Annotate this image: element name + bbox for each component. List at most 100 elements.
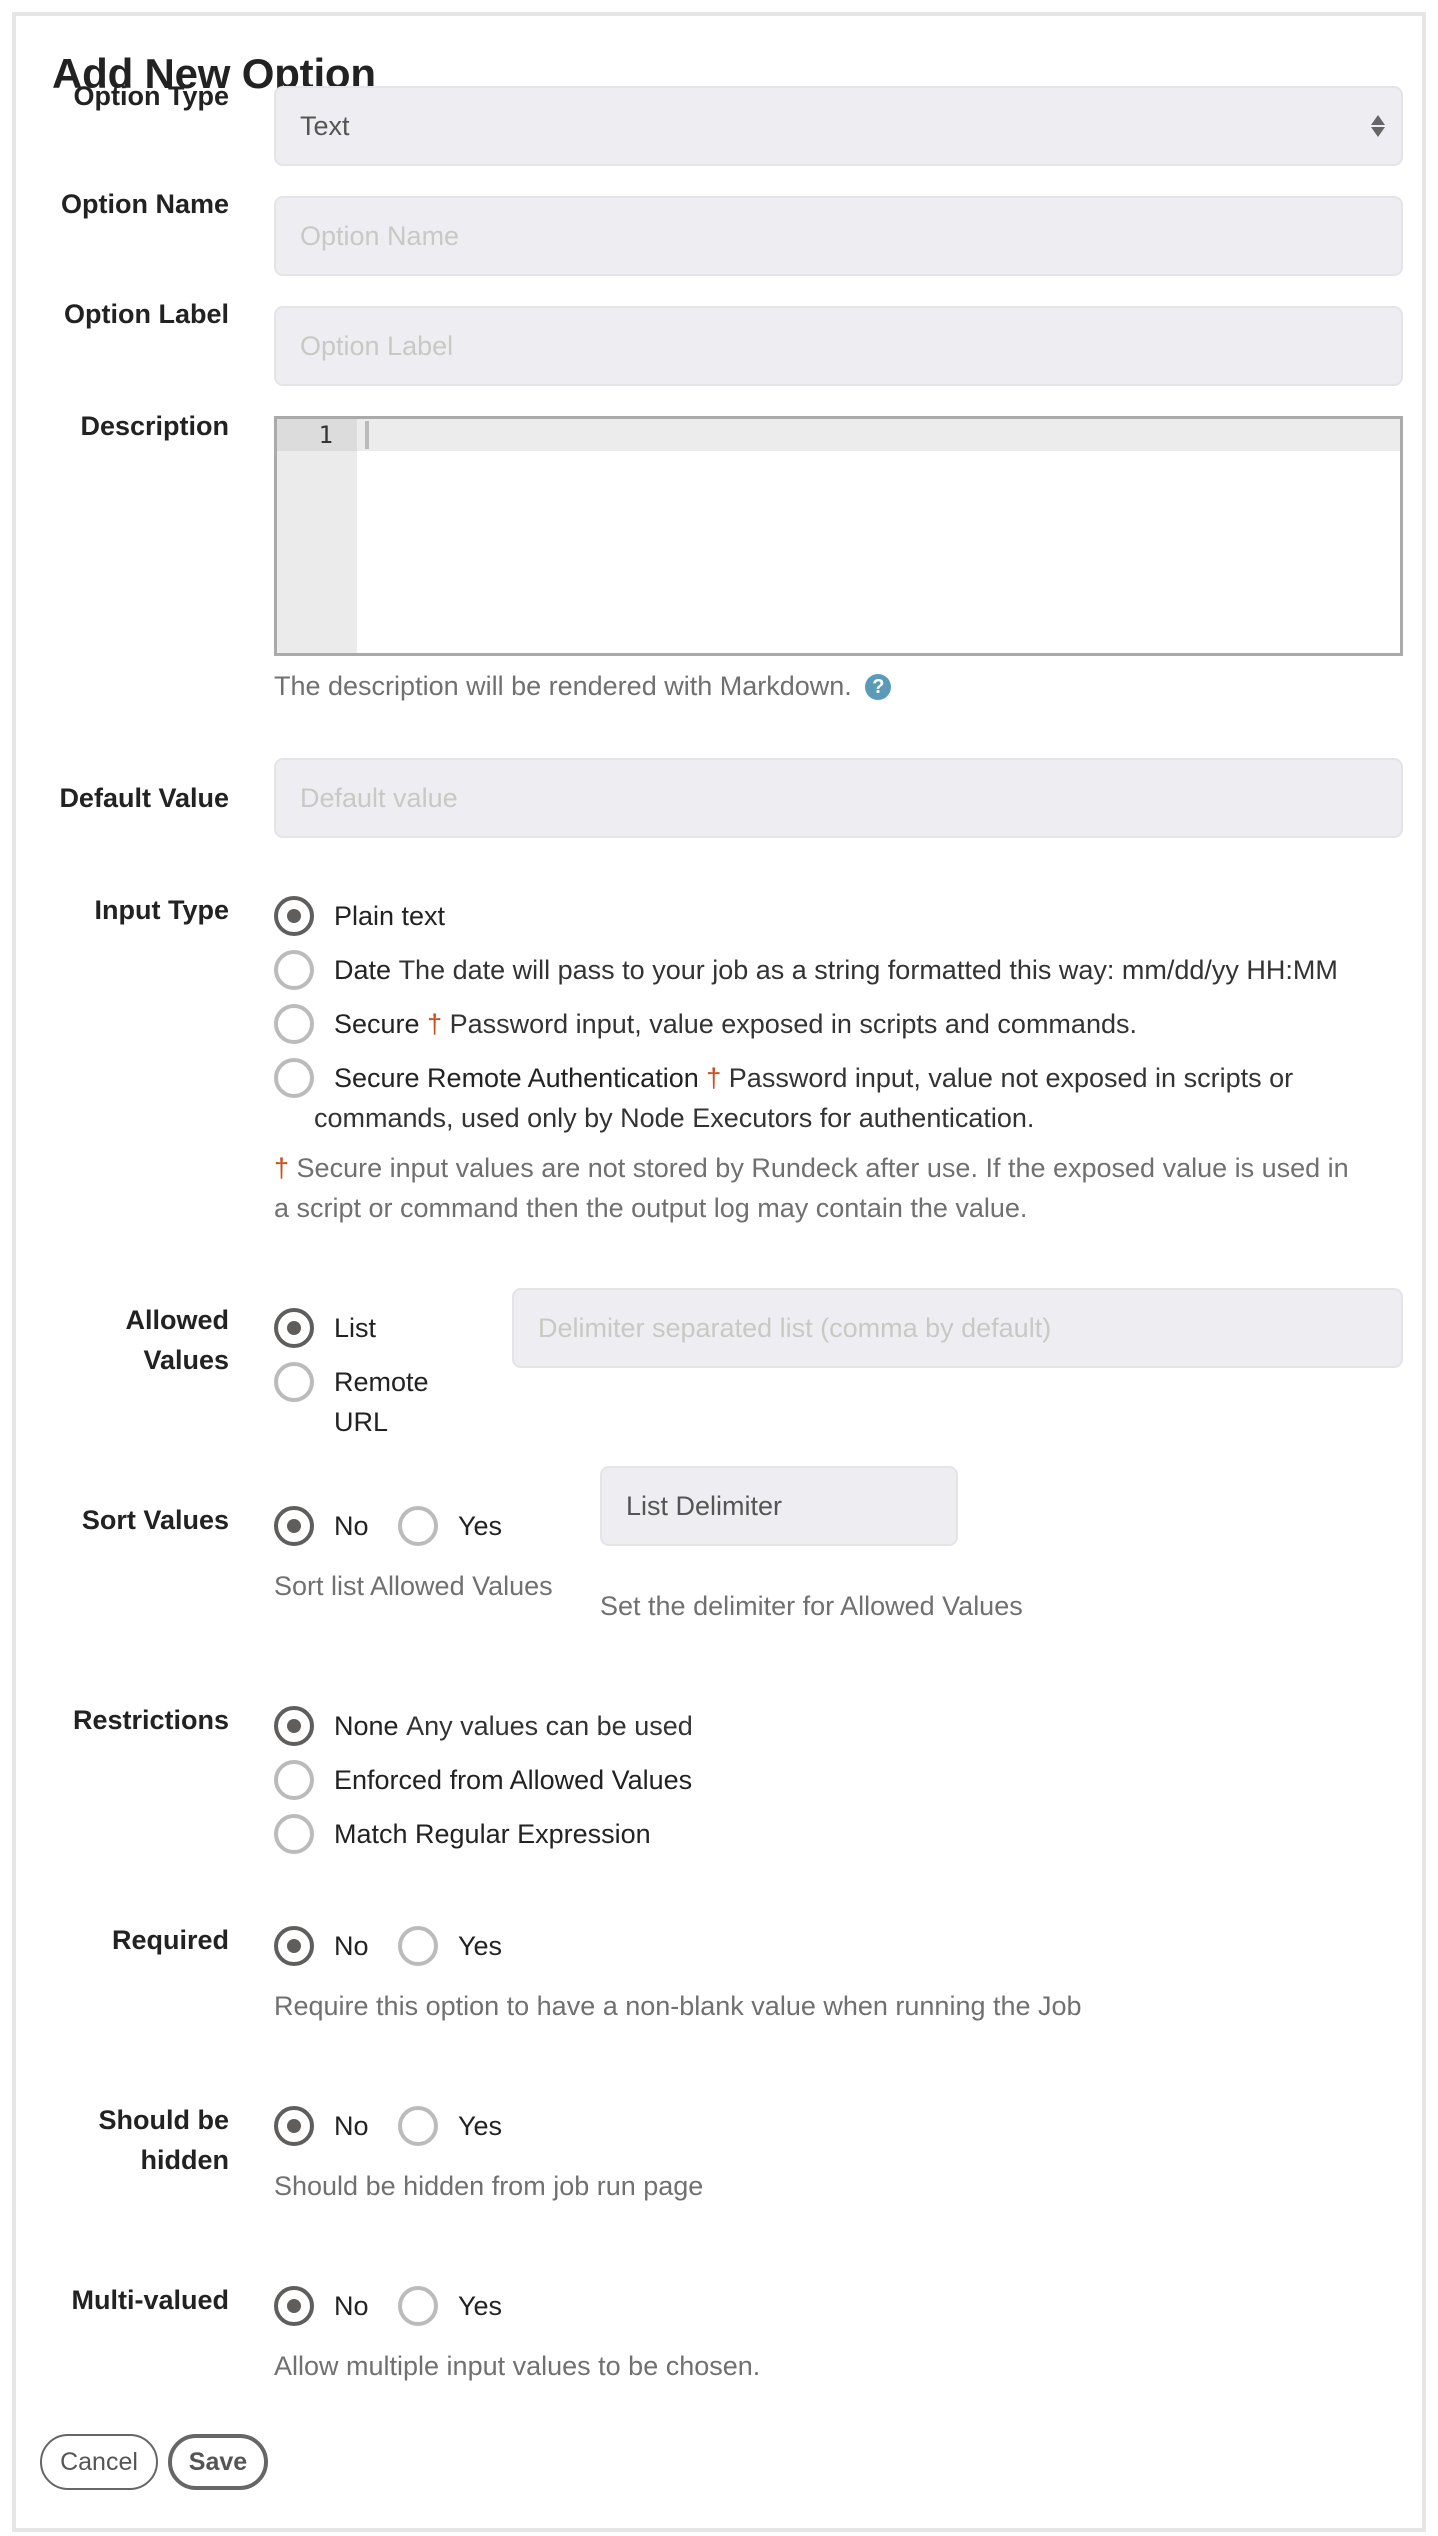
radio-multivalued-yes[interactable] bbox=[398, 2286, 438, 2326]
option-name-label: Option Name bbox=[60, 189, 229, 219]
default-value-label: Default Value bbox=[59, 783, 229, 813]
option-label: List bbox=[334, 1313, 377, 1343]
required-option-no[interactable]: No bbox=[274, 1926, 369, 1966]
default-value-input[interactable] bbox=[274, 758, 1403, 838]
secure-note-line1: Secure input values are not stored by Ru… bbox=[296, 1153, 1349, 1183]
restrictions-option-none[interactable]: None Any values can be used bbox=[274, 1706, 693, 1746]
input-type-option-secure-remote[interactable]: Secure Remote Authentication † Password … bbox=[274, 1058, 1293, 1098]
radio-restriction-enforced[interactable] bbox=[274, 1760, 314, 1800]
radio-secure-remote-auth[interactable] bbox=[274, 1058, 314, 1098]
option-name-input[interactable] bbox=[274, 196, 1403, 276]
option-type-value: Text bbox=[300, 110, 350, 141]
input-type-label: Input Type bbox=[94, 895, 230, 925]
input-type-option-date[interactable]: Date The date will pass to your job as a… bbox=[274, 950, 1338, 990]
allowed-values-input[interactable] bbox=[512, 1288, 1403, 1368]
list-delimiter-input[interactable] bbox=[600, 1466, 958, 1546]
hidden-label: Should be hidden bbox=[16, 2100, 230, 2180]
question-circle-icon[interactable]: ? bbox=[865, 674, 892, 700]
radio-restriction-none[interactable] bbox=[274, 1706, 314, 1746]
label-line2: URL bbox=[334, 1407, 389, 1437]
label-line1: Allowed bbox=[125, 1305, 229, 1335]
required-option-yes[interactable]: Yes bbox=[398, 1926, 502, 1966]
restrictions-label: Restrictions bbox=[72, 1705, 229, 1735]
allowed-values-option-remote-url[interactable]: Remote URL bbox=[274, 1362, 429, 1442]
label-line2: hidden bbox=[140, 2145, 230, 2175]
radio-date[interactable] bbox=[274, 950, 314, 990]
description-help-text: The description will be rendered with Ma… bbox=[274, 671, 852, 701]
option-label: Yes bbox=[458, 1511, 503, 1541]
option-label: Secure Remote Authentication bbox=[334, 1063, 699, 1093]
secure-remote-desc-cont: commands, used only by Node Executors fo… bbox=[314, 1098, 1034, 1138]
sort-values-help: Sort list Allowed Values bbox=[274, 1571, 553, 1601]
sort-values-label: Sort Values bbox=[81, 1505, 229, 1535]
add-option-panel: Add New Option Option Type Text Option N… bbox=[12, 12, 1426, 2532]
sort-values-option-yes[interactable]: Yes bbox=[398, 1506, 502, 1546]
multivalued-label: Multi-valued bbox=[71, 2285, 229, 2315]
editor-cursor bbox=[365, 421, 369, 449]
allowed-values-label: Allowed Values bbox=[16, 1300, 229, 1380]
option-label: No bbox=[334, 1931, 369, 1961]
select-caret-icon bbox=[1371, 115, 1385, 137]
cancel-button[interactable]: Cancel bbox=[40, 2434, 158, 2490]
multivalued-help: Allow multiple input values to be chosen… bbox=[274, 2351, 761, 2381]
restrictions-option-enforced[interactable]: Enforced from Allowed Values bbox=[274, 1760, 692, 1800]
radio-hidden-no[interactable] bbox=[274, 2106, 314, 2146]
radio-sort-yes[interactable] bbox=[398, 1506, 438, 1546]
required-label: Required bbox=[111, 1925, 229, 1955]
option-label: No bbox=[334, 2111, 369, 2141]
radio-hidden-yes[interactable] bbox=[398, 2106, 438, 2146]
multivalued-option-yes[interactable]: Yes bbox=[398, 2286, 502, 2326]
secure-note: † Secure input values are not stored by … bbox=[274, 1148, 1349, 1228]
description-help: The description will be rendered with Ma… bbox=[274, 666, 892, 706]
label-line2: Values bbox=[143, 1345, 229, 1375]
option-label: Match Regular Expression bbox=[334, 1819, 651, 1849]
radio-restriction-regex[interactable] bbox=[274, 1814, 314, 1854]
input-type-option-secure[interactable]: Secure † Password input, value exposed i… bbox=[274, 1004, 1137, 1044]
option-label: Plain text bbox=[334, 901, 446, 931]
editor-active-line bbox=[277, 419, 1400, 451]
radio-sort-no[interactable] bbox=[274, 1506, 314, 1546]
option-label: Yes bbox=[458, 1931, 503, 1961]
option-description: The date will pass to your job as a stri… bbox=[398, 955, 1338, 985]
option-type-select[interactable]: Text bbox=[274, 86, 1403, 166]
option-label: Yes bbox=[458, 2291, 503, 2321]
radio-required-no[interactable] bbox=[274, 1926, 314, 1966]
hidden-option-no[interactable]: No bbox=[274, 2106, 369, 2146]
radio-remote-url[interactable] bbox=[274, 1362, 314, 1402]
editor-line-number: 1 bbox=[318, 421, 333, 449]
hidden-help: Should be hidden from job run page bbox=[274, 2171, 704, 2201]
option-description: Password input, value exposed in scripts… bbox=[449, 1009, 1137, 1039]
radio-list[interactable] bbox=[274, 1308, 314, 1348]
option-description: Any values can be used bbox=[406, 1711, 693, 1741]
label-line1: Should be bbox=[98, 2105, 230, 2135]
option-label: Secure bbox=[334, 1009, 420, 1039]
editor-gutter bbox=[277, 419, 357, 653]
option-label: Yes bbox=[458, 2111, 503, 2141]
option-label-label: Option Label bbox=[64, 299, 229, 329]
description-editor[interactable]: 1 bbox=[274, 416, 1403, 656]
secure-note-line2: a script or command then the output log … bbox=[274, 1193, 1028, 1223]
sort-values-option-no[interactable]: No bbox=[274, 1506, 369, 1546]
option-label: None bbox=[334, 1711, 399, 1741]
option-type-label: Option Type bbox=[73, 81, 230, 111]
multivalued-option-no[interactable]: No bbox=[274, 2286, 369, 2326]
input-type-option-plain[interactable]: Plain text bbox=[274, 896, 445, 936]
label-line1: Remote bbox=[334, 1367, 429, 1397]
option-description: Password input, value not exposed in scr… bbox=[728, 1063, 1294, 1093]
description-label: Description bbox=[80, 411, 229, 441]
option-description-cont: commands, used only by Node Executors fo… bbox=[314, 1103, 1035, 1133]
radio-secure[interactable] bbox=[274, 1004, 314, 1044]
save-button[interactable]: Save bbox=[168, 2434, 268, 2490]
allowed-values-option-list[interactable]: List bbox=[274, 1308, 376, 1348]
required-help: Require this option to have a non-blank … bbox=[274, 1991, 1082, 2021]
radio-plain-text[interactable] bbox=[274, 896, 314, 936]
restrictions-option-regex[interactable]: Match Regular Expression bbox=[274, 1814, 651, 1854]
option-label: Date bbox=[334, 955, 392, 985]
radio-multivalued-no[interactable] bbox=[274, 2286, 314, 2326]
list-delimiter-help: Set the delimiter for Allowed Values bbox=[600, 1591, 1023, 1621]
hidden-option-yes[interactable]: Yes bbox=[398, 2106, 502, 2146]
option-label: Enforced from Allowed Values bbox=[334, 1765, 693, 1795]
option-label-input[interactable] bbox=[274, 306, 1403, 386]
radio-required-yes[interactable] bbox=[398, 1926, 438, 1966]
dagger-icon: † bbox=[706, 1063, 722, 1093]
